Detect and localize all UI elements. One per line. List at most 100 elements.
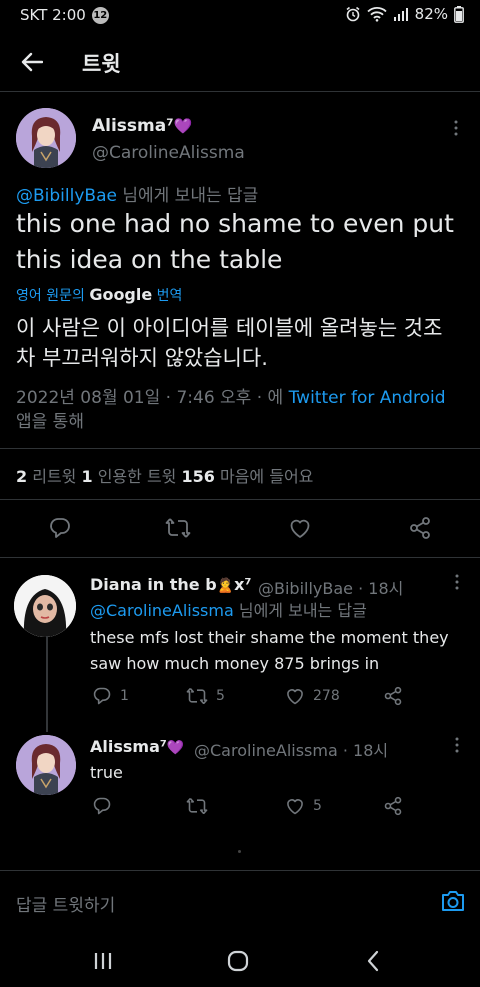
avatar[interactable]	[14, 575, 76, 637]
battery-icon	[454, 5, 464, 23]
reply-to-suffix: 님에게 보내는 답글	[233, 601, 367, 620]
tweet-source-suffix: 앱을 통해	[16, 412, 84, 432]
tweet-text: this one had no shame to even put this i…	[16, 209, 454, 274]
reply-author-name-text: Alissma⁷	[90, 737, 167, 756]
heart-icon	[287, 799, 303, 815]
reply-button[interactable]	[92, 796, 120, 816]
divider	[0, 499, 480, 500]
like-button[interactable]	[288, 516, 312, 540]
reply-author-name[interactable]: Alissma⁷💜	[90, 737, 184, 756]
alarm-icon	[345, 6, 361, 22]
reply-composer[interactable]: 답글 트윗하기	[0, 870, 480, 934]
tweet-date: 2022년 08월 01일 · 7:46 오후 · 에	[16, 388, 289, 408]
divider	[0, 557, 480, 558]
quotes-stat[interactable]: 1 인용한 트윗	[81, 467, 181, 486]
quotes-label: 인용한 트윗	[92, 467, 182, 486]
tweet-metadata: 2022년 08월 01일 · 7:46 오후 · 에 Twitter for …	[16, 386, 466, 434]
more-options-icon[interactable]	[446, 118, 466, 138]
recent-apps-icon[interactable]	[88, 948, 118, 974]
quotes-count: 1	[81, 467, 93, 486]
status-left: SKT 2:00 12	[20, 6, 109, 24]
retweet-button[interactable]	[186, 796, 216, 816]
share-button[interactable]	[408, 516, 432, 540]
translate-suffix: 번역	[152, 288, 183, 304]
avatar[interactable]	[16, 108, 76, 168]
retweet-icon	[186, 687, 208, 705]
thread-connector	[46, 636, 48, 732]
status-right: 82%	[345, 5, 464, 23]
retweets-count: 2	[16, 467, 28, 486]
retweet-count: 5	[216, 688, 225, 704]
like-count: 278	[313, 688, 340, 704]
author-name-text: Alissma⁷	[92, 116, 174, 136]
reply-handle-time[interactable]: @CarolineAlissma · 18시	[194, 737, 388, 761]
person-emoji: 🙎	[216, 578, 235, 594]
reply-text: these mfs lost their shame the moment th…	[90, 628, 449, 673]
reply-button[interactable]	[48, 516, 72, 540]
back-nav-icon[interactable]	[358, 948, 388, 974]
carrier-time: SKT 2:00	[20, 6, 86, 24]
share-button[interactable]	[383, 796, 403, 816]
reply-author-name[interactable]: Diana in the b🙎x⁷	[90, 575, 251, 594]
retweets-stat[interactable]: 2 리트윗	[16, 467, 81, 486]
more-options-icon[interactable]	[447, 735, 467, 755]
purple-heart-emoji: 💜	[173, 117, 193, 135]
reply-author-name-text: Diana in the b	[90, 575, 217, 594]
back-arrow-icon[interactable]	[16, 46, 48, 78]
reply-to-suffix: 님에게 보내는 답글	[116, 186, 259, 206]
avatar[interactable]	[16, 735, 76, 795]
translate-prefix: 영어 원문의	[16, 288, 90, 304]
retweets-label: 리트윗	[27, 467, 82, 486]
likes-stat[interactable]: 156 마음에 들어요	[181, 467, 313, 486]
replying-to: @CarolineAlissma 님에게 보내는 답글	[90, 598, 367, 624]
reply-icon	[93, 797, 111, 815]
share-icon	[384, 686, 402, 706]
likes-label: 마음에 들어요	[214, 467, 314, 486]
heart-icon	[287, 689, 303, 705]
wifi-icon	[367, 6, 387, 22]
translated-text: 이 사람은 이 아이디어를 테이블에 올려놓는 것조차 부끄러워하지 않았습니다…	[16, 316, 443, 370]
share-icon	[384, 796, 402, 816]
retweet-icon	[186, 797, 208, 815]
camera-icon[interactable]	[440, 889, 466, 917]
share-button[interactable]	[383, 686, 403, 706]
reply-button[interactable]: 1	[92, 686, 129, 706]
tweet-stats: 2 리트윗 1 인용한 트윗 156 마음에 들어요	[16, 463, 313, 487]
reply-input[interactable]: 답글 트윗하기	[16, 891, 115, 916]
loading-dot	[238, 850, 241, 853]
divider	[0, 448, 480, 449]
author-name[interactable]: Alissma⁷💜	[92, 116, 192, 136]
author-handle[interactable]: @CarolineAlissma	[92, 143, 245, 163]
google-logo: Google	[89, 285, 153, 304]
reply-author-name-suffix: x⁷	[234, 575, 252, 594]
reply-to-link[interactable]: @CarolineAlissma	[90, 601, 234, 620]
system-nav-bar	[0, 934, 480, 987]
share-icon	[410, 517, 430, 539]
reply-icon	[50, 518, 70, 538]
likes-count: 156	[181, 467, 215, 486]
notification-badge: 12	[91, 6, 109, 24]
heart-icon	[290, 519, 310, 538]
reply-handle-time[interactable]: @BibillyBae · 18시	[258, 575, 403, 599]
home-icon[interactable]	[223, 948, 253, 974]
battery-percent: 82%	[414, 5, 448, 23]
reply-count: 1	[120, 688, 129, 704]
reply-text: true	[90, 763, 123, 782]
purple-heart-emoji: 💜	[166, 740, 185, 756]
like-button[interactable]: 278	[285, 686, 340, 706]
retweet-icon	[165, 518, 191, 538]
replying-to: @BibillyBae 님에게 보내는 답글	[16, 181, 258, 206]
signal-icon	[393, 7, 409, 21]
status-bar: SKT 2:00 12 82%	[0, 0, 480, 32]
reply-icon	[93, 687, 111, 705]
reply-to-link[interactable]: @BibillyBae	[16, 186, 117, 206]
page-title: 트윗	[82, 52, 121, 76]
top-app-bar: 트윗	[0, 32, 480, 92]
retweet-button[interactable]	[165, 516, 191, 540]
like-count: 5	[313, 798, 322, 814]
tweet-source-link[interactable]: Twitter for Android	[289, 388, 446, 408]
translation-attribution[interactable]: 영어 원문의 Google 번역	[16, 285, 182, 305]
more-options-icon[interactable]	[447, 572, 467, 592]
like-button[interactable]: 5	[285, 796, 322, 816]
retweet-button[interactable]: 5	[186, 686, 225, 706]
